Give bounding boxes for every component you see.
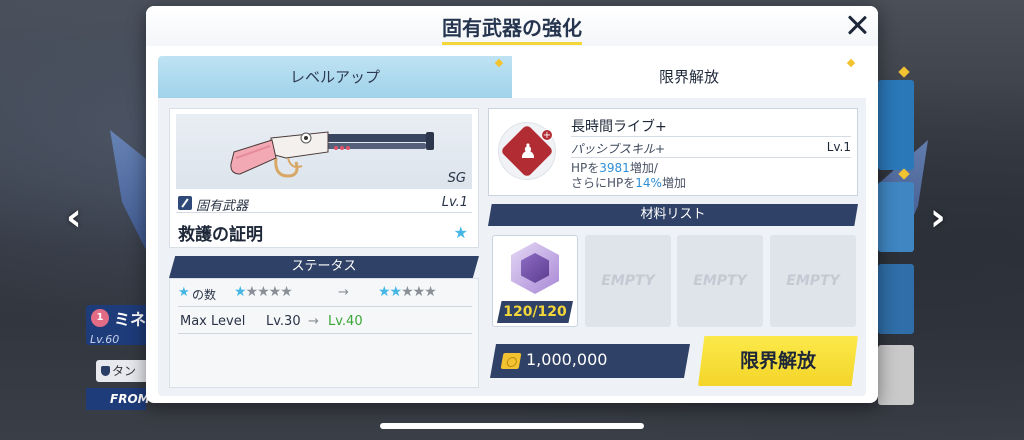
star-count-row: ★ の数 ★★★★★ → ★★★★★	[178, 281, 472, 307]
max-level-from: Lv.30	[266, 314, 301, 329]
weapon-enhance-modal: 固有武器の強化 レベルアップ 限界解放 SG 固有武器 Lv.1 救護の証明 ★…	[146, 6, 878, 403]
material-slot-empty: EMPTY	[770, 235, 856, 327]
home-indicator[interactable]	[380, 423, 644, 429]
material-slot-empty: EMPTY	[585, 235, 671, 327]
next-arrow-icon[interactable]: ›	[930, 195, 946, 239]
status-header: ステータス	[169, 256, 479, 278]
modal-content: レベルアップ 限界解放 SG 固有武器 Lv.1 救護の証明 ★ ステータス ★…	[158, 56, 866, 396]
heart-icon: 1	[91, 309, 109, 327]
modal-header: 固有武器の強化	[146, 6, 878, 46]
material-slot[interactable]: 120/120	[492, 235, 578, 327]
cost-value: 1,000,000	[526, 350, 608, 369]
skill-description: HPを3981増加/ さらにHPを14%増加	[571, 161, 686, 190]
modal-title: 固有武器の強化	[146, 12, 878, 45]
stars-from: ★★★★★	[234, 284, 293, 300]
max-level-row: Max Level Lv.30 → Lv.40	[178, 308, 472, 334]
status-box: ★ の数 ★★★★★ → ★★★★★ Max Level Lv.30 → Lv.…	[169, 278, 479, 388]
unique-weapon-icon	[178, 196, 192, 210]
side-menu-card[interactable]	[878, 264, 914, 334]
material-count: 120/120	[497, 301, 573, 323]
weapon-type-tag: SG	[447, 171, 466, 186]
side-menu-card[interactable]	[878, 345, 914, 405]
skill-level: Lv.1	[826, 140, 851, 154]
star-icon: ★	[178, 285, 190, 300]
weapon-meta-row: 固有武器 Lv.1	[176, 195, 472, 214]
previous-arrow-icon[interactable]: ‹	[66, 195, 82, 239]
weapon-name: 救護の証明	[178, 225, 263, 245]
arrow-icon: →	[338, 285, 349, 300]
role-badge: タン	[96, 360, 150, 382]
shotgun-icon	[230, 131, 434, 178]
tab-limit-break[interactable]: 限界解放	[512, 56, 866, 98]
character-level: Lv.60	[90, 333, 120, 346]
max-level-label: Max Level	[180, 314, 246, 329]
plus-icon: +	[541, 129, 553, 141]
character-name: ミネ	[114, 310, 147, 329]
weapon-category: 固有武器	[196, 199, 249, 214]
skill-card: ♟ + 長時間ライブ+ パッシブスキル+ Lv.1 HPを3981増加/ さらに…	[488, 108, 858, 196]
star-count-label: の数	[192, 288, 217, 302]
person-icon: ♟	[519, 139, 537, 163]
cost-bar: 1,000,000	[490, 344, 690, 378]
shotgun-image: SG	[176, 114, 472, 189]
side-menu-card[interactable]	[878, 182, 914, 252]
arrow-icon: →	[308, 314, 319, 329]
tab-level-up[interactable]: レベルアップ	[158, 56, 512, 98]
weapon-level: Lv.1	[441, 195, 468, 210]
skill-icon: ♟ +	[498, 122, 556, 180]
material-slot-empty: EMPTY	[677, 235, 763, 327]
skill-name: 長時間ライブ+	[571, 119, 667, 135]
star-icon: ★	[453, 223, 468, 242]
weapon-card: SG 固有武器 Lv.1 救護の証明 ★	[169, 108, 479, 248]
max-level-to: Lv.40	[328, 314, 363, 329]
skill-type: パッシブスキル+	[571, 142, 666, 156]
side-menu-card[interactable]	[878, 80, 914, 170]
close-icon[interactable]	[844, 12, 870, 38]
from-label: FROM	[86, 388, 150, 410]
credit-icon	[500, 353, 522, 369]
limit-break-button[interactable]: 限界解放	[698, 336, 858, 386]
skill-type-row: パッシブスキル+ Lv.1	[571, 136, 851, 158]
stars-to: ★★★★★	[378, 284, 437, 300]
material-list-header: 材料リスト	[488, 204, 858, 226]
